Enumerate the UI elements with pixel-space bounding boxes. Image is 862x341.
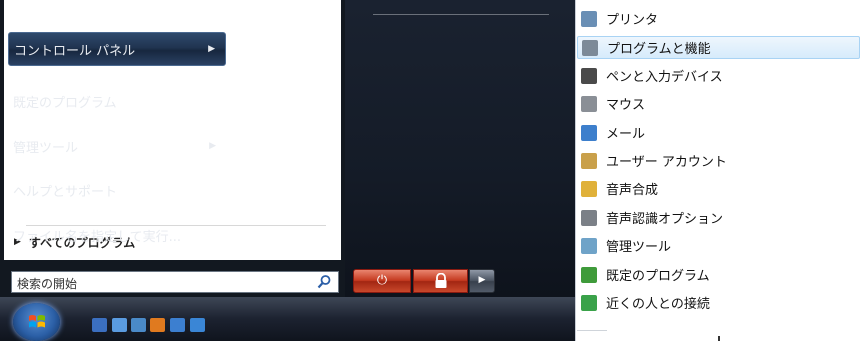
submenu-item-label: 既定のプログラム — [606, 269, 710, 284]
menu-item-label: ヘルプとサポート — [13, 184, 118, 200]
messenger-icon[interactable] — [112, 318, 127, 332]
submenu-item-label: 管理ツール — [606, 240, 672, 255]
submenu-item[interactable]: 音声認識オプション — [577, 206, 860, 229]
mail-icon — [581, 124, 597, 141]
media-player-icon[interactable] — [150, 318, 165, 332]
printer-icon — [581, 10, 597, 27]
speech-icon — [581, 180, 597, 197]
submenu-item[interactable]: プリンタ — [577, 7, 860, 30]
default-programs-icon — [581, 266, 597, 283]
submenu-item-label: メール — [606, 127, 646, 142]
search-icon[interactable] — [316, 274, 332, 290]
submenu-item-label: 近くの人との接続 — [606, 297, 710, 312]
search-placeholder: 検索の開始 — [17, 277, 78, 291]
divider — [373, 14, 549, 15]
submenu-item-label: プリンタ — [606, 13, 659, 28]
submenu-item-label: ペンと入力デバイス — [606, 70, 723, 85]
menu-item-label: 管理ツール — [13, 140, 79, 156]
submenu-item[interactable]: マウス — [577, 92, 860, 115]
lock-icon — [435, 273, 447, 288]
power-button[interactable]: ⏻ — [353, 269, 411, 293]
submenu-item-label: 音声合成 — [606, 183, 659, 198]
submenu-item[interactable]: ペンと入力デバイス — [577, 64, 860, 87]
internet-explorer-icon[interactable] — [190, 318, 205, 332]
submenu-item[interactable]: 近くの人との接続 — [577, 291, 860, 314]
shutdown-options-button[interactable]: ▶ — [469, 269, 495, 293]
menu-item-default-programs[interactable]: 既定のプログラム — [8, 84, 226, 118]
menu-item-label: ファイル名を指定して実行... — [13, 229, 182, 245]
submenu-item-label: マウス — [606, 98, 646, 113]
cursor-mark — [718, 336, 720, 341]
lock-button[interactable] — [413, 269, 468, 293]
desktop-icon[interactable] — [170, 318, 185, 332]
menu-item-run[interactable]: ファイル名を指定して実行... — [8, 218, 226, 252]
people-near-me-icon — [581, 294, 597, 311]
taskbar — [0, 297, 575, 341]
pen-icon — [581, 67, 597, 84]
submenu-item[interactable]: 管理ツール — [577, 234, 860, 257]
submenu-arrow-icon: ▶ — [208, 44, 215, 54]
start-button[interactable] — [13, 303, 60, 341]
power-icon: ⏻ — [376, 273, 388, 288]
start-menu-right-column — [345, 0, 575, 297]
programs-features-icon — [582, 39, 598, 56]
admin-tools-icon — [581, 237, 597, 254]
submenu-item[interactable]: 既定のプログラム — [577, 263, 860, 286]
menu-item-control-panel[interactable]: コントロール パネル ▶ — [8, 32, 226, 66]
microphone-icon — [581, 209, 597, 226]
menu-item-admin-tools[interactable]: 管理ツール ▶ — [8, 129, 226, 163]
triangle-right-icon: ▶ — [478, 275, 486, 285]
menu-item-label: 既定のプログラム — [13, 95, 117, 111]
search-input[interactable]: 検索の開始 — [11, 271, 339, 293]
submenu-item-label: 音声認識オプション — [606, 212, 724, 227]
word-icon[interactable] — [92, 318, 107, 332]
explorer-icon[interactable] — [131, 318, 146, 332]
submenu-item[interactable]: 音声合成 — [577, 177, 860, 200]
mouse-icon — [581, 95, 597, 112]
windows-logo-icon — [29, 315, 45, 328]
divider — [577, 330, 607, 331]
submenu-item[interactable]: メール — [577, 121, 860, 144]
menu-item-help-support[interactable]: ヘルプとサポート — [8, 173, 226, 207]
submenu-arrow-icon: ▶ — [209, 141, 216, 151]
submenu-item-label: ユーザー アカウント — [606, 155, 727, 170]
submenu-item[interactable]: ユーザー アカウント — [577, 149, 860, 172]
user-accounts-icon — [581, 152, 597, 169]
submenu-item-label: プログラムと機能 — [607, 42, 711, 57]
menu-item-label: コントロール パネル — [14, 43, 136, 59]
submenu-item[interactable]: プログラムと機能 — [577, 36, 860, 59]
